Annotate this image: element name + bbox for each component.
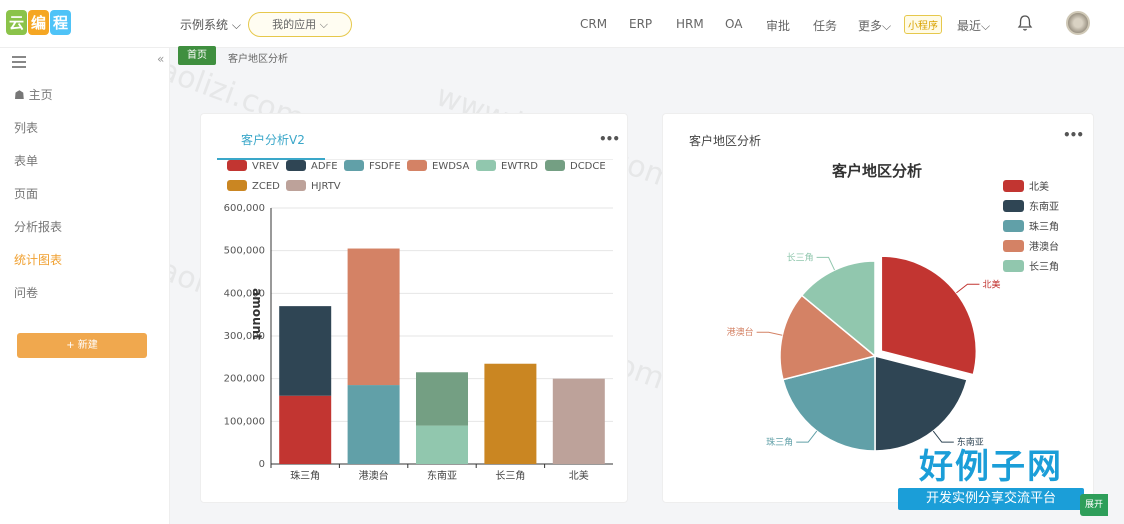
legend-label: 北美 <box>1029 180 1049 193</box>
y-tick-label: 100,000 <box>224 416 265 427</box>
collapse-icon[interactable]: « <box>157 52 164 66</box>
bell-icon[interactable] <box>1017 14 1033 32</box>
bar-segment <box>416 372 468 426</box>
avatar[interactable] <box>1066 11 1090 35</box>
pie-label-line <box>756 331 783 336</box>
chevron-down-icon: ⌵ <box>981 19 991 33</box>
pie-label-line <box>796 430 818 443</box>
y-tick-label: 500,000 <box>224 246 265 257</box>
bar-segment <box>416 425 468 464</box>
recent-menu[interactable]: 最近⌵ <box>957 17 990 34</box>
logo-char: 编 <box>28 10 50 35</box>
chevron-down-icon: ⌵ <box>231 18 241 32</box>
nav-oa[interactable]: OA <box>725 17 742 31</box>
pie-label-line <box>932 430 954 443</box>
sidebar-item-list[interactable]: 列表 <box>14 119 38 136</box>
app-logo[interactable]: 云编程 <box>6 10 76 36</box>
legend-swatch <box>1003 220 1024 232</box>
nav-tasks[interactable]: 任务 <box>813 17 837 34</box>
legend-label: 珠三角 <box>1029 220 1059 233</box>
x-tick-label: 东南亚 <box>427 469 457 482</box>
pie-label: 港澳台 <box>727 326 754 338</box>
bar-segment <box>347 248 400 386</box>
my-apps-button[interactable]: 我的应用 ⌵ <box>248 12 352 37</box>
nav-more[interactable]: 更多⌵ <box>858 17 891 34</box>
pie-chart-card: 客户地区分析 ••• 客户地区分析 北美 东南亚 珠三角 港澳台 长三角 北美 东南亚 珠三角港… <box>662 113 1094 503</box>
top-bar: 云编程 示例系统 ⌵ 我的应用 ⌵ CRM ERP HRM OA 审批 任务 更… <box>0 0 1124 48</box>
home-icon: ☗ <box>14 88 25 102</box>
bar-segment <box>484 363 537 464</box>
nav-erp[interactable]: ERP <box>629 17 652 31</box>
x-tick-label: 珠三角 <box>290 469 320 482</box>
expand-button[interactable]: 展开 <box>1080 494 1108 516</box>
legend-label: 港澳台 <box>1029 240 1059 253</box>
bar-segment <box>279 395 332 464</box>
pie-slice <box>880 255 978 376</box>
stacked-bar-chart: 0100,000200,000300,000400,000500,000600,… <box>224 203 613 482</box>
nav-hrm[interactable]: HRM <box>676 17 704 31</box>
chevron-down-icon: ⌵ <box>319 18 328 31</box>
legend-swatch <box>1003 200 1024 212</box>
x-tick-label: 长三角 <box>495 470 525 482</box>
bar-chart-card: 客户分析V2 ••• VREV ADFE FSDFE EWDSA EWTRD D… <box>200 113 628 503</box>
x-tick-label: 北美 <box>569 469 589 482</box>
pie-label: 珠三角 <box>766 436 793 448</box>
legend-swatch <box>1003 260 1024 272</box>
brand-watermark: 好例子网 开发实例分享交流平台 <box>898 446 1084 516</box>
brand-title: 好例子网 <box>919 447 1063 487</box>
sidebar-item-reports[interactable]: 分析报表 <box>14 218 62 235</box>
pie-label-line <box>956 283 980 294</box>
sidebar-item-home[interactable]: ☗ 主页 <box>14 86 53 103</box>
y-tick-label: 0 <box>259 459 265 470</box>
y-axis-label: amount <box>250 288 264 340</box>
brand-subtitle: 开发实例分享交流平台 <box>898 488 1084 510</box>
pie-label: 长三角 <box>787 251 814 263</box>
breadcrumb-home[interactable]: 首页 <box>178 46 216 65</box>
y-tick-label: 200,000 <box>224 374 265 385</box>
new-button[interactable]: + 新建 <box>17 333 147 358</box>
pie-label-line <box>816 256 836 271</box>
legend-label: 长三角 <box>1029 261 1059 273</box>
nav-crm[interactable]: CRM <box>580 17 607 31</box>
nav-approval[interactable]: 审批 <box>766 17 790 34</box>
y-tick-label: 600,000 <box>224 203 265 214</box>
legend-swatch <box>1003 240 1024 252</box>
menu-toggle-icon[interactable] <box>12 56 26 68</box>
mini-program-badge[interactable]: 小程序 <box>904 15 942 34</box>
bar-segment <box>552 378 605 464</box>
logo-char: 程 <box>50 10 72 35</box>
sidebar: « ☗ 主页 列表 表单 页面 分析报表 统计图表 问卷 + 新建 <box>0 48 170 524</box>
x-tick-label: 港澳台 <box>359 469 389 482</box>
chevron-down-icon: ⌵ <box>882 19 892 33</box>
sidebar-item-page[interactable]: 页面 <box>14 185 38 202</box>
chart-title: 客户地区分析 <box>831 162 922 180</box>
system-select[interactable]: 示例系统 ⌵ <box>180 16 241 33</box>
sidebar-item-form[interactable]: 表单 <box>14 152 38 169</box>
bar-segment <box>279 306 332 396</box>
bar-segment <box>347 385 400 464</box>
logo-char: 云 <box>6 10 28 35</box>
pie-label: 北美 <box>982 278 1000 290</box>
breadcrumb-current[interactable]: 客户地区分析 <box>228 50 288 65</box>
legend-swatch <box>1003 180 1024 192</box>
sidebar-item-survey[interactable]: 问卷 <box>14 284 38 301</box>
legend-label: 东南亚 <box>1029 200 1059 213</box>
sidebar-item-charts[interactable]: 统计图表 <box>14 251 62 268</box>
